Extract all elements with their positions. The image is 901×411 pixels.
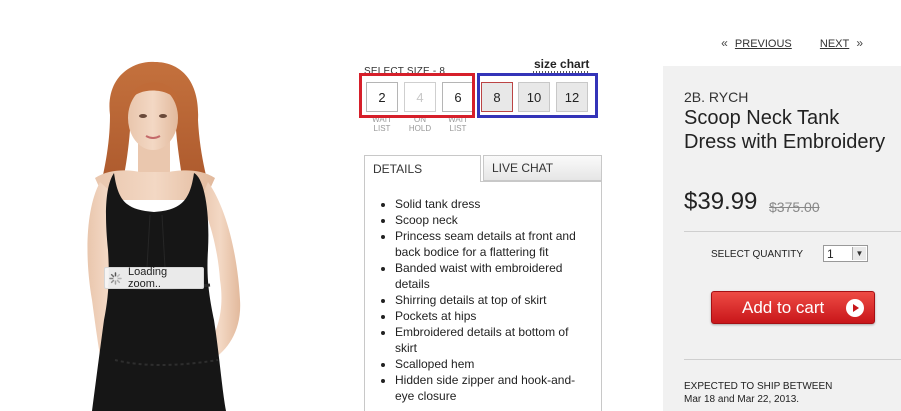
arrow-right-icon <box>846 299 864 317</box>
next-link[interactable]: NEXT <box>820 38 849 50</box>
list-item: Pockets at hips <box>395 308 591 324</box>
chevron-left-icon: « <box>721 36 728 50</box>
chevron-right-icon: » <box>856 36 863 50</box>
list-item: Shirring details at top of skirt <box>395 292 591 308</box>
details-panel: Solid tank dress Scoop neck Princess sea… <box>364 181 602 411</box>
tab-live-chat[interactable]: LIVE CHAT <box>483 155 602 181</box>
list-item: Scoop neck <box>395 212 591 228</box>
shipping-heading: EXPECTED TO SHIP BETWEEN <box>684 381 833 392</box>
loading-zoom-indicator: Loading zoom.. <box>104 266 204 290</box>
highlight-box-available <box>477 73 598 118</box>
spinner-icon <box>109 271 122 285</box>
add-to-cart-label: Add to cart <box>742 297 825 317</box>
add-to-cart-button[interactable]: Add to cart <box>711 291 875 324</box>
highlight-box-unavailable <box>359 73 475 118</box>
original-price: $375.00 <box>769 199 820 215</box>
list-item: Princess seam details at front and back … <box>395 228 591 260</box>
quantity-select[interactable]: 1 ▼ <box>823 245 868 262</box>
sale-price: $39.99 <box>684 188 758 215</box>
list-item: Solid tank dress <box>395 196 591 212</box>
details-list: Solid tank dress Scoop neck Princess sea… <box>377 196 591 404</box>
loading-zoom-text: Loading zoom.. <box>127 266 168 290</box>
select-quantity-label: SELECT QUANTITY <box>711 249 804 260</box>
product-title: Scoop Neck Tank Dress with Embroidery <box>684 107 886 153</box>
previous-link[interactable]: PREVIOUS <box>735 38 792 50</box>
list-item: Hidden side zipper and hook-and-eye clos… <box>395 372 591 404</box>
list-item: Scalloped hem <box>395 356 591 372</box>
model-photo <box>0 60 330 411</box>
product-pager: « PREVIOUS NEXT » <box>721 36 863 50</box>
product-image[interactable] <box>0 60 330 411</box>
brand-name: 2B. RYCH <box>684 89 749 105</box>
quantity-value: 1 <box>827 246 834 261</box>
shipping-dates: Mar 18 and Mar 22, 2013. <box>684 394 800 405</box>
divider <box>684 359 901 360</box>
chevron-down-icon[interactable]: ▼ <box>852 247 866 260</box>
list-item: Banded waist with embroidered details <box>395 260 591 292</box>
size-chart-link[interactable]: size chart <box>534 57 589 71</box>
tab-details[interactable]: DETAILS <box>364 155 481 182</box>
list-item: Embroidered details at bottom of skirt <box>395 324 591 356</box>
divider <box>684 231 901 232</box>
